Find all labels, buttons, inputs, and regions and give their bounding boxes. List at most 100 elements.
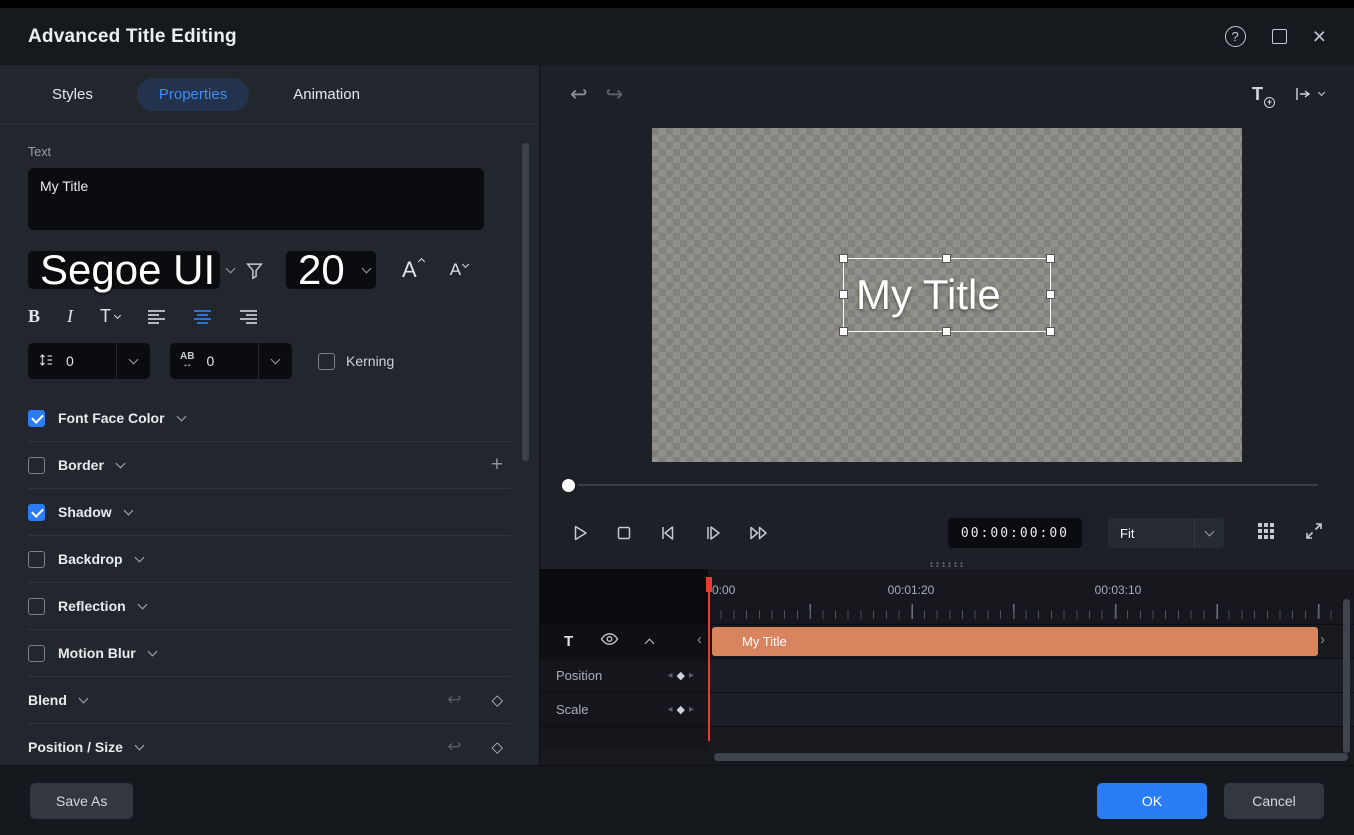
- resize-handle[interactable]: [943, 328, 950, 335]
- resize-handle[interactable]: [1047, 291, 1054, 298]
- timeline-playhead[interactable]: [708, 577, 710, 741]
- maximize-icon[interactable]: [1272, 29, 1287, 44]
- timeline-vscrollbar-thumb[interactable]: [1343, 599, 1350, 753]
- increase-font-size-button[interactable]: A: [402, 257, 424, 283]
- clip-trim-left-icon[interactable]: ‹: [697, 631, 702, 648]
- line-spacing-input[interactable]: 0: [28, 343, 116, 379]
- chevron-down-icon[interactable]: [134, 741, 144, 751]
- prev-keyframe-icon[interactable]: ◂: [667, 704, 672, 715]
- resize-handle[interactable]: [840, 255, 847, 262]
- align-preset-icon[interactable]: [1295, 87, 1324, 101]
- shadow-checkbox[interactable]: [28, 504, 45, 521]
- tab-animation[interactable]: Animation: [271, 78, 382, 111]
- tab-properties[interactable]: Properties: [137, 78, 249, 111]
- add-keyframe-icon[interactable]: ◆: [677, 669, 685, 682]
- previous-frame-icon[interactable]: [658, 523, 678, 543]
- preview-title-text[interactable]: My Title: [844, 274, 1050, 316]
- section-backdrop[interactable]: Backdrop: [28, 536, 511, 583]
- border-checkbox[interactable]: [28, 457, 45, 474]
- section-font-face-color[interactable]: Font Face Color: [28, 395, 511, 442]
- font-filter-icon[interactable]: [236, 261, 272, 280]
- resize-handle[interactable]: [840, 328, 847, 335]
- add-keyframe-icon[interactable]: ◆: [677, 703, 685, 716]
- chevron-down-icon[interactable]: [258, 343, 292, 379]
- left-panel-scrollbar[interactable]: [522, 143, 529, 461]
- reset-icon[interactable]: ↩: [447, 690, 461, 710]
- font-family-select[interactable]: Segoe UI: [28, 251, 220, 289]
- backdrop-checkbox[interactable]: [28, 551, 45, 568]
- stop-icon[interactable]: [615, 524, 633, 542]
- redo-icon[interactable]: ↪: [606, 82, 624, 107]
- chevron-down-icon[interactable]: [176, 412, 186, 422]
- chevron-down-icon[interactable]: [116, 343, 150, 379]
- keyframe-icon[interactable]: ◇: [491, 691, 503, 709]
- section-border[interactable]: Border +: [28, 442, 511, 489]
- clip-trim-right-icon[interactable]: ›: [1320, 631, 1325, 648]
- transparent-canvas[interactable]: My Title: [652, 128, 1242, 462]
- chevron-down-icon[interactable]: [78, 694, 88, 704]
- chevron-down-icon[interactable]: [357, 251, 376, 289]
- resize-handle[interactable]: [840, 291, 847, 298]
- chevron-down-icon[interactable]: [147, 647, 157, 657]
- chevron-down-icon[interactable]: [137, 600, 147, 610]
- fullscreen-icon[interactable]: [1304, 521, 1324, 546]
- ok-button[interactable]: OK: [1097, 783, 1207, 819]
- keyframe-icon[interactable]: ◇: [491, 738, 503, 756]
- prev-keyframe-icon[interactable]: ◂: [667, 670, 672, 681]
- tab-styles[interactable]: Styles: [30, 78, 115, 111]
- fast-forward-icon[interactable]: [748, 523, 770, 543]
- seek-track[interactable]: [578, 484, 1318, 486]
- cancel-button[interactable]: Cancel: [1224, 783, 1324, 819]
- seek-handle[interactable]: [562, 479, 575, 492]
- align-right-button[interactable]: [239, 309, 258, 325]
- timeline-hscrollbar-thumb[interactable]: [714, 753, 1348, 761]
- playhead-cap[interactable]: [706, 577, 712, 592]
- section-motion-blur[interactable]: Motion Blur: [28, 630, 511, 677]
- add-border-icon[interactable]: +: [491, 453, 503, 477]
- grid-icon[interactable]: [1256, 521, 1276, 546]
- collapse-track-icon[interactable]: [645, 638, 655, 648]
- decrease-font-size-button[interactable]: A: [450, 260, 468, 280]
- section-shadow[interactable]: Shadow: [28, 489, 511, 536]
- next-keyframe-icon[interactable]: ▸: [689, 670, 694, 681]
- font-size-select[interactable]: 20: [286, 251, 376, 289]
- next-frame-icon[interactable]: [703, 523, 723, 543]
- align-center-button[interactable]: [193, 309, 212, 325]
- title-text-input[interactable]: My Title: [28, 168, 484, 230]
- reflection-checkbox[interactable]: [28, 598, 45, 615]
- title-clip[interactable]: My Title: [712, 627, 1318, 656]
- resize-handle[interactable]: [943, 255, 950, 262]
- section-blend[interactable]: Blend ↩ ◇: [28, 677, 511, 724]
- undo-icon[interactable]: ↩: [570, 82, 588, 107]
- align-left-button[interactable]: [147, 309, 166, 325]
- close-icon[interactable]: ×: [1313, 25, 1326, 48]
- chevron-down-icon[interactable]: [227, 251, 234, 289]
- play-icon[interactable]: [570, 523, 590, 543]
- section-reflection[interactable]: Reflection: [28, 583, 511, 630]
- help-icon[interactable]: ?: [1225, 26, 1246, 47]
- next-keyframe-icon[interactable]: ▸: [689, 704, 694, 715]
- row-scale-lane[interactable]: [708, 693, 1354, 727]
- letter-spacing-input[interactable]: AB ↔ 0: [170, 343, 258, 379]
- visibility-eye-icon[interactable]: [600, 632, 619, 651]
- chevron-down-icon[interactable]: [123, 506, 133, 516]
- reset-icon[interactable]: ↩: [447, 737, 461, 757]
- zoom-fit-select[interactable]: Fit: [1108, 518, 1224, 548]
- save-as-button[interactable]: Save As: [30, 783, 133, 819]
- resize-handle[interactable]: [1047, 255, 1054, 262]
- resize-handle[interactable]: [1047, 328, 1054, 335]
- section-position-size[interactable]: Position / Size ↩ ◇: [28, 724, 511, 765]
- timeline-ruler[interactable]: 0:00 00:01:20 00:03:10: [708, 569, 1354, 625]
- text-decoration-button[interactable]: T: [100, 306, 120, 327]
- chevron-down-icon[interactable]: [115, 459, 125, 469]
- font-face-color-checkbox[interactable]: [28, 410, 45, 427]
- title-selection-box[interactable]: My Title: [843, 258, 1051, 332]
- italic-button[interactable]: I: [67, 306, 73, 327]
- motion-blur-checkbox[interactable]: [28, 645, 45, 662]
- panel-resize-handle[interactable]: [540, 559, 1354, 569]
- bold-button[interactable]: B: [28, 306, 40, 327]
- add-text-icon[interactable]: T+: [1252, 84, 1271, 105]
- kerning-checkbox[interactable]: [318, 353, 335, 370]
- chevron-down-icon[interactable]: [1194, 518, 1224, 548]
- row-position-lane[interactable]: [708, 659, 1354, 693]
